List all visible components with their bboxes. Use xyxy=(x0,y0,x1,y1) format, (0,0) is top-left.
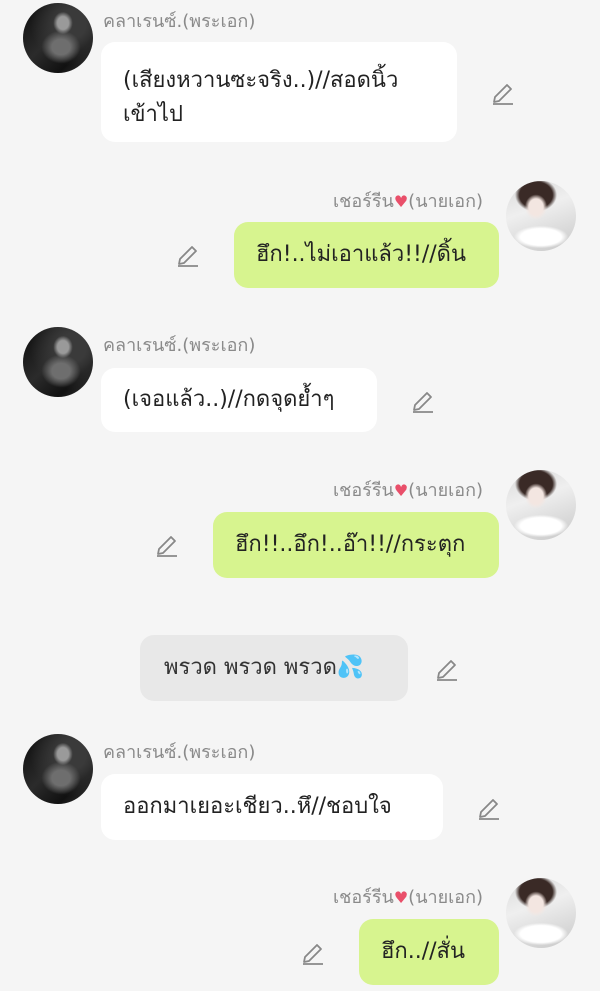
pencil-icon[interactable] xyxy=(300,940,326,966)
narration-bubble: พรวด พรวด พรวด💦 xyxy=(140,635,408,701)
message-text: ฮึก!!..อึก!..อ๊า!!//กระตุก xyxy=(235,532,466,557)
pencil-icon[interactable] xyxy=(434,656,460,682)
message-text: ฮึก..//สั่น xyxy=(381,939,466,964)
message-bubble: ฮึก..//สั่น xyxy=(359,919,499,985)
avatar-sherrine[interactable] xyxy=(506,878,576,948)
sender-role: (นายเอก) xyxy=(408,887,484,908)
sender-name: คลาเรนซ์.(พระเอก) xyxy=(103,11,256,32)
message-bubble: ฮึก!..ไม่เอาแล้ว!!//ดิ้น xyxy=(234,222,499,288)
sender-name: เชอร์รีน♥(นายเอก) xyxy=(333,882,483,911)
avatar-clarence[interactable] xyxy=(23,3,93,73)
message-bubble: ออกมาเยอะเชียว..หึ//ชอบใจ xyxy=(101,774,443,840)
sender-name: คลาเรนซ์.(พระเอก) xyxy=(103,742,256,763)
pencil-icon[interactable] xyxy=(490,80,516,106)
pencil-icon[interactable] xyxy=(175,242,201,268)
sender-name-text: เชอร์รีน xyxy=(333,191,394,212)
pencil-icon[interactable] xyxy=(154,532,180,558)
message-text: ฮึก!..ไม่เอาแล้ว!!//ดิ้น xyxy=(256,242,467,267)
avatar-clarence[interactable] xyxy=(23,327,93,397)
avatar-sherrine[interactable] xyxy=(506,181,576,251)
pencil-icon[interactable] xyxy=(410,388,436,414)
heart-icon: ♥ xyxy=(393,481,409,500)
message-text-line: เข้าไป xyxy=(123,102,183,127)
message-text: (เจอแล้ว..)//กดจุดย้ำๆ xyxy=(123,387,335,412)
sender-name: คลาเรนซ์.(พระเอก) xyxy=(103,335,256,356)
sender-role: (นายเอก) xyxy=(408,191,484,212)
heart-icon: ♥ xyxy=(393,888,409,907)
sender-role: (นายเอก) xyxy=(408,480,484,501)
message-bubble: (เจอแล้ว..)//กดจุดย้ำๆ xyxy=(101,368,377,432)
heart-icon: ♥ xyxy=(393,192,409,211)
pencil-icon[interactable] xyxy=(476,795,502,821)
sender-name-text: เชอร์รีน xyxy=(333,887,394,908)
message-text: ออกมาเยอะเชียว..หึ//ชอบใจ xyxy=(123,794,392,819)
sender-name-text: เชอร์รีน xyxy=(333,480,394,501)
avatar-clarence[interactable] xyxy=(23,734,93,804)
sender-name: เชอร์รีน♥(นายเอก) xyxy=(333,475,483,504)
message-bubble: (เสียงหวานซะจริง..)//สอดนิ้ว เข้าไป xyxy=(101,42,457,142)
message-text-line: (เสียงหวานซะจริง..)//สอดนิ้ว xyxy=(123,68,399,93)
sweat-droplets-icon: 💦 xyxy=(336,655,365,680)
narration-text: พรวด พรวด พรวด xyxy=(164,655,337,680)
avatar-sherrine[interactable] xyxy=(506,470,576,540)
sender-name: เชอร์รีน♥(นายเอก) xyxy=(333,186,483,215)
message-bubble: ฮึก!!..อึก!..อ๊า!!//กระตุก xyxy=(213,512,499,578)
